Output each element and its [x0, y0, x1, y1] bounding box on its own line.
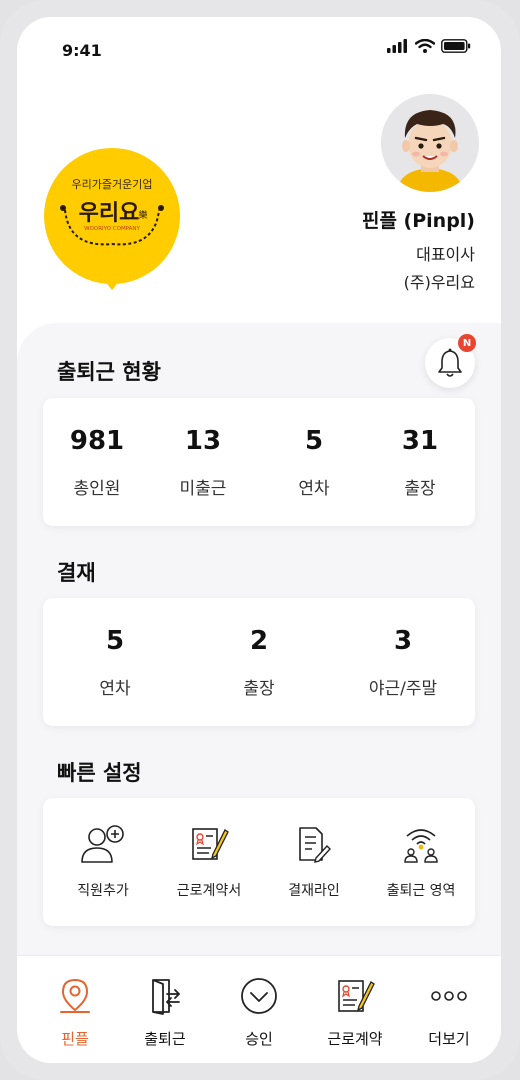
approval-overtime[interactable]: 3 야근/주말: [343, 626, 463, 699]
area-signal-icon: [404, 829, 438, 863]
profile-company: (주)우리요: [403, 273, 475, 292]
approval-business-trip[interactable]: 2 출장: [209, 626, 309, 699]
quick-label: 결재라인: [288, 883, 340, 899]
quick-attendance-area[interactable]: 출퇴근 영역: [367, 822, 475, 900]
add-person-icon: [81, 825, 124, 863]
quick-add-employee[interactable]: 직원추가: [49, 822, 157, 900]
stat-value: 2: [249, 626, 269, 656]
nav-label: 더보기: [428, 1030, 470, 1048]
phone-frame: 9:41 우리가즐거운기업 우리요 樂 WOORIYO COMPANY 핀플 (…: [0, 0, 520, 1080]
stat-total[interactable]: 981 총인원: [47, 426, 147, 499]
attendance-title: 출퇴근 현황: [57, 360, 161, 384]
quick-label: 직원추가: [77, 883, 129, 899]
nav-label: 근로계약: [327, 1030, 383, 1048]
quick-settings-title: 빠른 설정: [57, 761, 142, 785]
map-pin-icon: [60, 979, 90, 1013]
wifi-icon: [415, 39, 435, 53]
approval-leave[interactable]: 5 연차: [65, 626, 165, 699]
stat-value: 3: [393, 626, 413, 656]
stat-label: 총인원: [73, 479, 121, 499]
signal-icon: [387, 39, 407, 53]
quick-approval-line[interactable]: 결재라인: [260, 822, 368, 900]
quick-label: 근로계약서: [176, 883, 242, 899]
nav-approval[interactable]: 승인: [211, 974, 307, 1049]
nav-label: 승인: [245, 1030, 273, 1048]
stat-value: 5: [105, 626, 125, 656]
notification-badge: N: [458, 334, 476, 352]
nav-contract[interactable]: 근로계약: [307, 974, 403, 1049]
quick-settings-card: 직원추가 근로계약서 결재라인 출퇴근 영역: [43, 798, 475, 926]
more-icon: [431, 991, 467, 1001]
contract-icon: [338, 980, 375, 1012]
approval-card: 5 연차 2 출장 3 야근/주말: [43, 598, 475, 726]
nav-attendance[interactable]: 출퇴근: [117, 974, 213, 1049]
approval-line-icon: [299, 827, 331, 863]
contract-icon: [192, 828, 229, 860]
stat-value: 13: [184, 426, 222, 456]
quick-contract[interactable]: 근로계약서: [155, 822, 263, 900]
stat-value: 5: [304, 426, 324, 456]
quick-label: 출퇴근 영역: [386, 883, 456, 899]
company-logo: 우리가즐거운기업 우리요 樂 WOORIYO COMPANY: [43, 148, 181, 294]
profile-name: 핀플 (Pinpl): [361, 210, 475, 232]
stat-value: 981: [69, 426, 125, 456]
status-icons: [387, 39, 471, 53]
stat-label: 연차: [99, 679, 131, 699]
app-screen: 9:41 우리가즐거운기업 우리요 樂 WOORIYO COMPANY 핀플 (…: [17, 17, 501, 1063]
bell-icon: [438, 348, 462, 377]
stat-label: 연차: [298, 479, 330, 499]
stat-label: 출장: [243, 679, 275, 699]
attendance-card: 981 총인원 13 미출근 5 연차 31 출장: [43, 398, 475, 526]
svg-text:우리요: 우리요: [79, 201, 140, 226]
stat-business-trip[interactable]: 31 출장: [370, 426, 470, 499]
profile-title: 대표이사: [416, 245, 475, 264]
stat-label: 출장: [404, 479, 436, 499]
svg-text:우리가즐거운기업: 우리가즐거운기업: [72, 178, 153, 191]
battery-icon: [441, 39, 471, 53]
avatar[interactable]: [381, 94, 479, 192]
approval-title: 결재: [57, 561, 96, 585]
svg-text:WOORIYO COMPANY: WOORIYO COMPANY: [84, 226, 140, 232]
bottom-nav: 핀플 출퇴근 승인 근로계약 더보기: [17, 955, 501, 1063]
check-circle-icon: [241, 978, 277, 1014]
door-icon: [152, 979, 181, 1015]
status-time: 9:41: [62, 41, 102, 60]
svg-text:樂: 樂: [138, 209, 147, 221]
stat-value: 31: [401, 426, 439, 456]
nav-label: 핀플: [61, 1030, 89, 1048]
nav-more[interactable]: 더보기: [401, 974, 497, 1049]
nav-pinpl[interactable]: 핀플: [27, 974, 123, 1049]
stat-label: 야근/주말: [368, 679, 438, 699]
nav-label: 출퇴근: [144, 1030, 186, 1048]
stat-leave[interactable]: 5 연차: [264, 426, 364, 499]
stat-label: 미출근: [179, 479, 227, 499]
stat-absent[interactable]: 13 미출근: [153, 426, 253, 499]
